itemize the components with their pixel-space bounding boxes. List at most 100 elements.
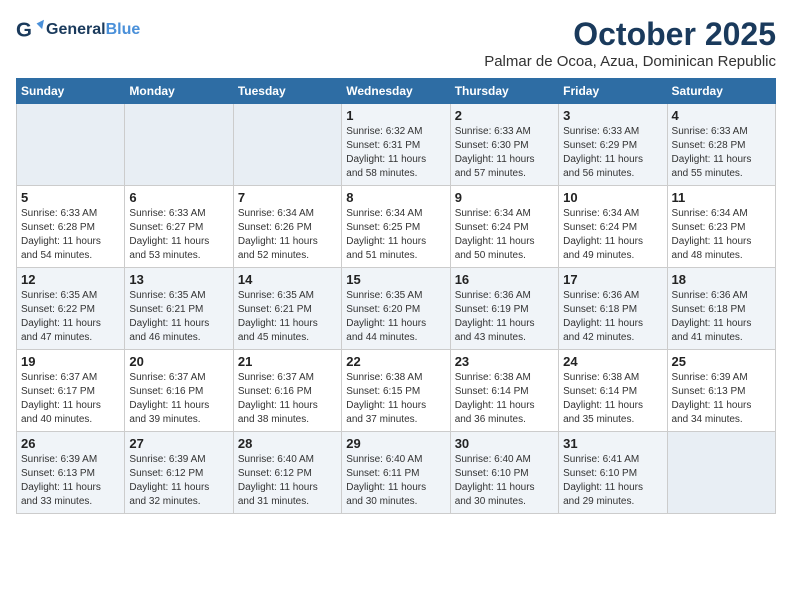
month-title: October 2025 xyxy=(484,16,776,53)
day-number: 15 xyxy=(346,272,445,287)
weekday-header-thursday: Thursday xyxy=(450,79,558,104)
day-info: Sunrise: 6:41 AMSunset: 6:10 PMDaylight:… xyxy=(563,453,662,509)
day-number: 1 xyxy=(346,108,445,123)
calendar-cell: 26 Sunrise: 6:39 AMSunset: 6:13 PMDayligh… xyxy=(17,432,125,514)
day-info: Sunrise: 6:34 AMSunset: 6:24 PMDaylight:… xyxy=(563,207,662,263)
day-number: 27 xyxy=(129,436,228,451)
day-info: Sunrise: 6:40 AMSunset: 6:10 PMDaylight:… xyxy=(455,453,554,509)
calendar-cell: 31 Sunrise: 6:41 AMSunset: 6:10 PMDayligh… xyxy=(559,432,667,514)
week-row-5: 26 Sunrise: 6:39 AMSunset: 6:13 PMDayligh… xyxy=(17,432,776,514)
calendar-cell: 19Sunrise: 6:37 AMSunset: 6:17 PMDayligh… xyxy=(17,350,125,432)
weekday-header-wednesday: Wednesday xyxy=(342,79,450,104)
day-number: 11 xyxy=(672,190,771,205)
day-number: 14 xyxy=(238,272,337,287)
day-info: Sunrise: 6:37 AMSunset: 6:16 PMDaylight:… xyxy=(238,371,337,427)
day-info: Sunrise: 6:34 AMSunset: 6:25 PMDaylight:… xyxy=(346,207,445,263)
day-info: Sunrise: 6:34 AMSunset: 6:24 PMDaylight:… xyxy=(455,207,554,263)
calendar-cell: 15 Sunrise: 6:35 AMSunset: 6:20 PMDayligh… xyxy=(342,268,450,350)
day-number: 16 xyxy=(455,272,554,287)
calendar-cell xyxy=(233,104,341,186)
day-number: 10 xyxy=(563,190,662,205)
day-info: Sunrise: 6:35 AMSunset: 6:20 PMDaylight:… xyxy=(346,289,445,345)
day-info: Sunrise: 6:34 AMSunset: 6:26 PMDaylight:… xyxy=(238,207,337,263)
calendar-cell: 10 Sunrise: 6:34 AMSunset: 6:24 PMDayligh… xyxy=(559,186,667,268)
day-info: Sunrise: 6:40 AMSunset: 6:11 PMDaylight:… xyxy=(346,453,445,509)
weekday-header-friday: Friday xyxy=(559,79,667,104)
calendar-cell xyxy=(17,104,125,186)
calendar-cell: 13Sunrise: 6:35 AMSunset: 6:21 PMDayligh… xyxy=(125,268,233,350)
day-info: Sunrise: 6:33 AMSunset: 6:29 PMDaylight:… xyxy=(563,125,662,181)
logo-blue: Blue xyxy=(106,21,141,38)
weekday-header-sunday: Sunday xyxy=(17,79,125,104)
calendar-cell: 12 Sunrise: 6:35 AMSunset: 6:22 PMDayligh… xyxy=(17,268,125,350)
calendar-cell: 8Sunrise: 6:34 AMSunset: 6:25 PMDaylight… xyxy=(342,186,450,268)
calendar-cell: 28Sunrise: 6:40 AMSunset: 6:12 PMDayligh… xyxy=(233,432,341,514)
day-info: Sunrise: 6:37 AMSunset: 6:16 PMDaylight:… xyxy=(129,371,228,427)
day-info: Sunrise: 6:38 AMSunset: 6:14 PMDaylight:… xyxy=(455,371,554,427)
weekday-header-row: SundayMondayTuesdayWednesdayThursdayFrid… xyxy=(17,79,776,104)
day-number: 30 xyxy=(455,436,554,451)
logo-general: General xyxy=(46,21,106,38)
day-number: 23 xyxy=(455,354,554,369)
day-number: 22 xyxy=(346,354,445,369)
day-number: 2 xyxy=(455,108,554,123)
day-number: 3 xyxy=(563,108,662,123)
day-info: Sunrise: 6:33 AMSunset: 6:30 PMDaylight:… xyxy=(455,125,554,181)
day-number: 31 xyxy=(563,436,662,451)
svg-text:G: G xyxy=(16,19,32,42)
day-info: Sunrise: 6:34 AMSunset: 6:23 PMDaylight:… xyxy=(672,207,771,263)
day-number: 18 xyxy=(672,272,771,287)
day-number: 24 xyxy=(563,354,662,369)
calendar-cell: 30 Sunrise: 6:40 AMSunset: 6:10 PMDayligh… xyxy=(450,432,558,514)
calendar-cell: 25 Sunrise: 6:39 AMSunset: 6:13 PMDayligh… xyxy=(667,350,775,432)
day-number: 5 xyxy=(21,190,120,205)
day-number: 7 xyxy=(238,190,337,205)
day-info: Sunrise: 6:33 AMSunset: 6:28 PMDaylight:… xyxy=(21,207,120,263)
calendar-cell: 1Sunrise: 6:32 AMSunset: 6:31 PMDaylight… xyxy=(342,104,450,186)
calendar-cell: 14 Sunrise: 6:35 AMSunset: 6:21 PMDayligh… xyxy=(233,268,341,350)
day-info: Sunrise: 6:33 AMSunset: 6:28 PMDaylight:… xyxy=(672,125,771,181)
week-row-4: 19Sunrise: 6:37 AMSunset: 6:17 PMDayligh… xyxy=(17,350,776,432)
day-info: Sunrise: 6:38 AMSunset: 6:14 PMDaylight:… xyxy=(563,371,662,427)
day-info: Sunrise: 6:35 AMSunset: 6:22 PMDaylight:… xyxy=(21,289,120,345)
day-info: Sunrise: 6:36 AMSunset: 6:18 PMDaylight:… xyxy=(563,289,662,345)
weekday-header-monday: Monday xyxy=(125,79,233,104)
day-number: 19 xyxy=(21,354,120,369)
calendar-cell: 20 Sunrise: 6:37 AMSunset: 6:16 PMDayligh… xyxy=(125,350,233,432)
day-info: Sunrise: 6:35 AMSunset: 6:21 PMDaylight:… xyxy=(129,289,228,345)
day-number: 26 xyxy=(21,436,120,451)
week-row-3: 12 Sunrise: 6:35 AMSunset: 6:22 PMDayligh… xyxy=(17,268,776,350)
day-number: 21 xyxy=(238,354,337,369)
week-row-2: 5 Sunrise: 6:33 AMSunset: 6:28 PMDaylight… xyxy=(17,186,776,268)
day-number: 17 xyxy=(563,272,662,287)
day-info: Sunrise: 6:33 AMSunset: 6:27 PMDaylight:… xyxy=(129,207,228,263)
calendar-cell: 5 Sunrise: 6:33 AMSunset: 6:28 PMDaylight… xyxy=(17,186,125,268)
calendar-cell: 22Sunrise: 6:38 AMSunset: 6:15 PMDayligh… xyxy=(342,350,450,432)
day-number: 6 xyxy=(129,190,228,205)
location-title: Palmar de Ocoa, Azua, Dominican Republic xyxy=(484,53,776,70)
calendar-cell: 6 Sunrise: 6:33 AMSunset: 6:27 PMDaylight… xyxy=(125,186,233,268)
calendar-cell: 11 Sunrise: 6:34 AMSunset: 6:23 PMDayligh… xyxy=(667,186,775,268)
day-info: Sunrise: 6:39 AMSunset: 6:12 PMDaylight:… xyxy=(129,453,228,509)
calendar-cell: 16 Sunrise: 6:36 AMSunset: 6:19 PMDayligh… xyxy=(450,268,558,350)
calendar-cell: 21 Sunrise: 6:37 AMSunset: 6:16 PMDayligh… xyxy=(233,350,341,432)
day-number: 25 xyxy=(672,354,771,369)
week-row-1: 1Sunrise: 6:32 AMSunset: 6:31 PMDaylight… xyxy=(17,104,776,186)
day-number: 28 xyxy=(238,436,337,451)
calendar-cell: 7 Sunrise: 6:34 AMSunset: 6:26 PMDaylight… xyxy=(233,186,341,268)
weekday-header-saturday: Saturday xyxy=(667,79,775,104)
day-info: Sunrise: 6:35 AMSunset: 6:21 PMDaylight:… xyxy=(238,289,337,345)
day-info: Sunrise: 6:36 AMSunset: 6:19 PMDaylight:… xyxy=(455,289,554,345)
day-number: 20 xyxy=(129,354,228,369)
calendar-table: SundayMondayTuesdayWednesdayThursdayFrid… xyxy=(16,78,776,514)
title-block: October 2025 Palmar de Ocoa, Azua, Domin… xyxy=(484,16,776,70)
calendar-cell: 17 Sunrise: 6:36 AMSunset: 6:18 PMDayligh… xyxy=(559,268,667,350)
logo: G GeneralBlue xyxy=(16,16,140,44)
day-info: Sunrise: 6:39 AMSunset: 6:13 PMDaylight:… xyxy=(21,453,120,509)
calendar-cell: 2 Sunrise: 6:33 AMSunset: 6:30 PMDaylight… xyxy=(450,104,558,186)
day-info: Sunrise: 6:36 AMSunset: 6:18 PMDaylight:… xyxy=(672,289,771,345)
weekday-header-tuesday: Tuesday xyxy=(233,79,341,104)
day-number: 12 xyxy=(21,272,120,287)
day-info: Sunrise: 6:39 AMSunset: 6:13 PMDaylight:… xyxy=(672,371,771,427)
calendar-cell: 3 Sunrise: 6:33 AMSunset: 6:29 PMDaylight… xyxy=(559,104,667,186)
